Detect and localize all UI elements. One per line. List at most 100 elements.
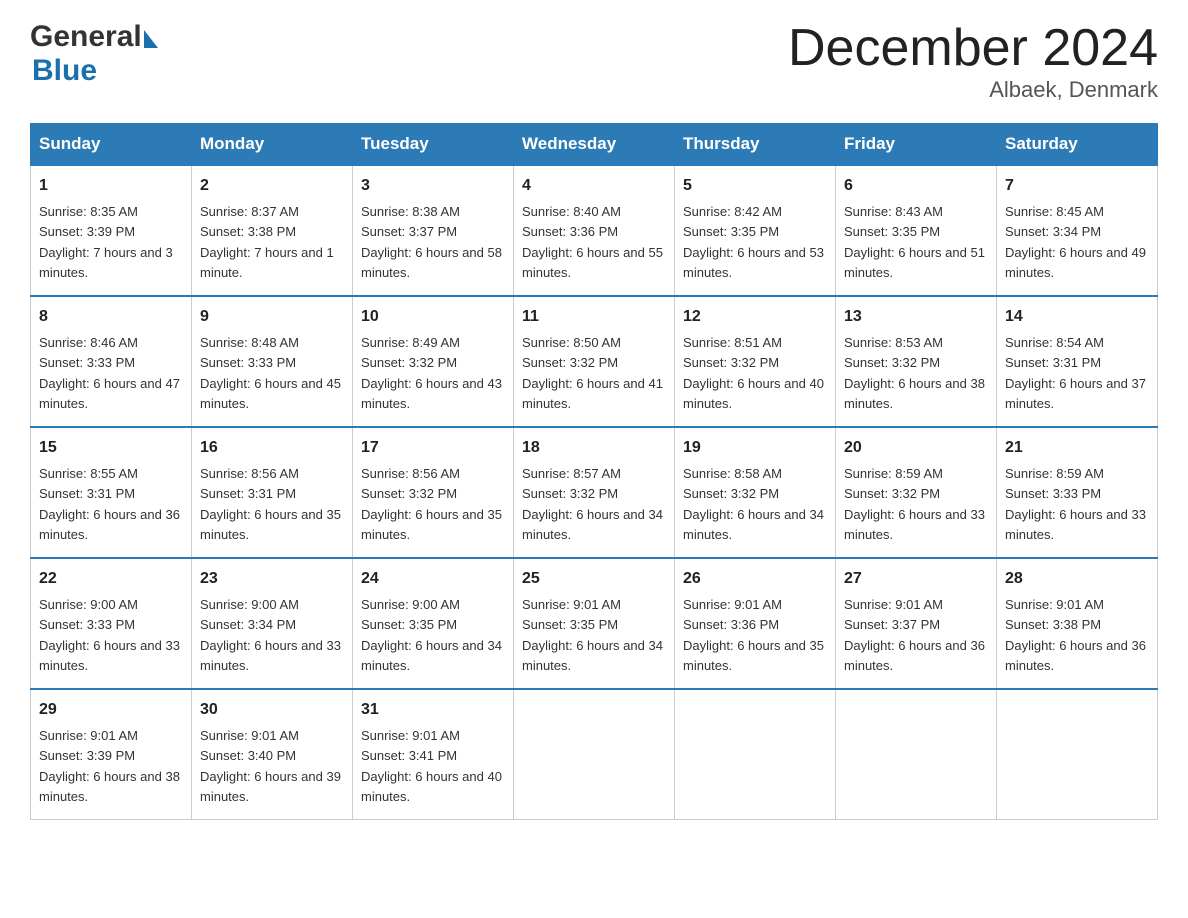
day-info: Sunrise: 8:56 AMSunset: 3:32 PMDaylight:… (361, 466, 502, 542)
calendar-cell: 29 Sunrise: 9:01 AMSunset: 3:39 PMDaylig… (31, 689, 192, 820)
page-title: December 2024 (788, 20, 1158, 77)
day-number: 27 (844, 567, 988, 591)
col-thursday: Thursday (675, 124, 836, 166)
day-number: 13 (844, 305, 988, 329)
day-number: 28 (1005, 567, 1149, 591)
day-number: 19 (683, 436, 827, 460)
day-number: 31 (361, 698, 505, 722)
calendar-cell: 30 Sunrise: 9:01 AMSunset: 3:40 PMDaylig… (192, 689, 353, 820)
calendar-cell: 11 Sunrise: 8:50 AMSunset: 3:32 PMDaylig… (514, 296, 675, 427)
day-info: Sunrise: 9:00 AMSunset: 3:34 PMDaylight:… (200, 597, 341, 673)
day-info: Sunrise: 8:48 AMSunset: 3:33 PMDaylight:… (200, 335, 341, 411)
day-number: 25 (522, 567, 666, 591)
calendar-cell: 19 Sunrise: 8:58 AMSunset: 3:32 PMDaylig… (675, 427, 836, 558)
calendar-cell (514, 689, 675, 820)
calendar-cell: 13 Sunrise: 8:53 AMSunset: 3:32 PMDaylig… (836, 296, 997, 427)
calendar-cell: 9 Sunrise: 8:48 AMSunset: 3:33 PMDayligh… (192, 296, 353, 427)
day-info: Sunrise: 8:59 AMSunset: 3:33 PMDaylight:… (1005, 466, 1146, 542)
day-info: Sunrise: 8:50 AMSunset: 3:32 PMDaylight:… (522, 335, 663, 411)
day-number: 20 (844, 436, 988, 460)
calendar-cell: 2 Sunrise: 8:37 AMSunset: 3:38 PMDayligh… (192, 165, 353, 296)
day-info: Sunrise: 9:01 AMSunset: 3:39 PMDaylight:… (39, 728, 180, 804)
day-info: Sunrise: 8:51 AMSunset: 3:32 PMDaylight:… (683, 335, 824, 411)
day-info: Sunrise: 8:46 AMSunset: 3:33 PMDaylight:… (39, 335, 180, 411)
page-header: General Blue December 2024 Albaek, Denma… (30, 20, 1158, 103)
col-monday: Monday (192, 124, 353, 166)
calendar-cell: 27 Sunrise: 9:01 AMSunset: 3:37 PMDaylig… (836, 558, 997, 689)
day-number: 29 (39, 698, 183, 722)
day-number: 30 (200, 698, 344, 722)
calendar-cell: 10 Sunrise: 8:49 AMSunset: 3:32 PMDaylig… (353, 296, 514, 427)
day-info: Sunrise: 9:00 AMSunset: 3:33 PMDaylight:… (39, 597, 180, 673)
logo-blue-text: Blue (32, 54, 97, 87)
calendar-cell: 20 Sunrise: 8:59 AMSunset: 3:32 PMDaylig… (836, 427, 997, 558)
day-number: 17 (361, 436, 505, 460)
day-info: Sunrise: 9:01 AMSunset: 3:40 PMDaylight:… (200, 728, 341, 804)
day-number: 4 (522, 174, 666, 198)
calendar-cell: 31 Sunrise: 9:01 AMSunset: 3:41 PMDaylig… (353, 689, 514, 820)
day-info: Sunrise: 8:42 AMSunset: 3:35 PMDaylight:… (683, 204, 824, 280)
logo-general-text: General (30, 20, 142, 54)
calendar-table: Sunday Monday Tuesday Wednesday Thursday… (30, 123, 1158, 820)
calendar-cell: 26 Sunrise: 9:01 AMSunset: 3:36 PMDaylig… (675, 558, 836, 689)
day-number: 3 (361, 174, 505, 198)
header-row: Sunday Monday Tuesday Wednesday Thursday… (31, 124, 1158, 166)
day-info: Sunrise: 8:38 AMSunset: 3:37 PMDaylight:… (361, 204, 502, 280)
calendar-cell: 7 Sunrise: 8:45 AMSunset: 3:34 PMDayligh… (997, 165, 1158, 296)
calendar-cell: 25 Sunrise: 9:01 AMSunset: 3:35 PMDaylig… (514, 558, 675, 689)
calendar-cell: 28 Sunrise: 9:01 AMSunset: 3:38 PMDaylig… (997, 558, 1158, 689)
day-info: Sunrise: 8:57 AMSunset: 3:32 PMDaylight:… (522, 466, 663, 542)
calendar-week-row: 15 Sunrise: 8:55 AMSunset: 3:31 PMDaylig… (31, 427, 1158, 558)
day-info: Sunrise: 8:43 AMSunset: 3:35 PMDaylight:… (844, 204, 985, 280)
page-subtitle: Albaek, Denmark (788, 77, 1158, 103)
day-number: 2 (200, 174, 344, 198)
col-friday: Friday (836, 124, 997, 166)
calendar-cell: 3 Sunrise: 8:38 AMSunset: 3:37 PMDayligh… (353, 165, 514, 296)
calendar-cell: 4 Sunrise: 8:40 AMSunset: 3:36 PMDayligh… (514, 165, 675, 296)
calendar-cell: 22 Sunrise: 9:00 AMSunset: 3:33 PMDaylig… (31, 558, 192, 689)
day-number: 26 (683, 567, 827, 591)
day-number: 14 (1005, 305, 1149, 329)
day-number: 7 (1005, 174, 1149, 198)
calendar-week-row: 8 Sunrise: 8:46 AMSunset: 3:33 PMDayligh… (31, 296, 1158, 427)
day-info: Sunrise: 8:54 AMSunset: 3:31 PMDaylight:… (1005, 335, 1146, 411)
day-info: Sunrise: 9:00 AMSunset: 3:35 PMDaylight:… (361, 597, 502, 673)
calendar-cell: 6 Sunrise: 8:43 AMSunset: 3:35 PMDayligh… (836, 165, 997, 296)
calendar-cell: 16 Sunrise: 8:56 AMSunset: 3:31 PMDaylig… (192, 427, 353, 558)
calendar-week-row: 1 Sunrise: 8:35 AMSunset: 3:39 PMDayligh… (31, 165, 1158, 296)
title-block: December 2024 Albaek, Denmark (788, 20, 1158, 103)
day-number: 24 (361, 567, 505, 591)
day-number: 12 (683, 305, 827, 329)
logo: General Blue (30, 20, 158, 88)
calendar-week-row: 29 Sunrise: 9:01 AMSunset: 3:39 PMDaylig… (31, 689, 1158, 820)
calendar-cell: 1 Sunrise: 8:35 AMSunset: 3:39 PMDayligh… (31, 165, 192, 296)
calendar-cell: 17 Sunrise: 8:56 AMSunset: 3:32 PMDaylig… (353, 427, 514, 558)
calendar-cell: 23 Sunrise: 9:00 AMSunset: 3:34 PMDaylig… (192, 558, 353, 689)
day-number: 22 (39, 567, 183, 591)
calendar-week-row: 22 Sunrise: 9:00 AMSunset: 3:33 PMDaylig… (31, 558, 1158, 689)
day-number: 18 (522, 436, 666, 460)
day-info: Sunrise: 8:56 AMSunset: 3:31 PMDaylight:… (200, 466, 341, 542)
day-number: 6 (844, 174, 988, 198)
day-info: Sunrise: 8:59 AMSunset: 3:32 PMDaylight:… (844, 466, 985, 542)
day-number: 11 (522, 305, 666, 329)
col-tuesday: Tuesday (353, 124, 514, 166)
calendar-cell: 21 Sunrise: 8:59 AMSunset: 3:33 PMDaylig… (997, 427, 1158, 558)
calendar-cell (675, 689, 836, 820)
day-info: Sunrise: 9:01 AMSunset: 3:35 PMDaylight:… (522, 597, 663, 673)
logo-arrow-icon (144, 30, 158, 48)
day-info: Sunrise: 9:01 AMSunset: 3:38 PMDaylight:… (1005, 597, 1146, 673)
day-number: 9 (200, 305, 344, 329)
day-info: Sunrise: 8:53 AMSunset: 3:32 PMDaylight:… (844, 335, 985, 411)
day-number: 1 (39, 174, 183, 198)
day-info: Sunrise: 9:01 AMSunset: 3:41 PMDaylight:… (361, 728, 502, 804)
calendar-cell: 5 Sunrise: 8:42 AMSunset: 3:35 PMDayligh… (675, 165, 836, 296)
day-info: Sunrise: 9:01 AMSunset: 3:37 PMDaylight:… (844, 597, 985, 673)
col-saturday: Saturday (997, 124, 1158, 166)
calendar-cell (997, 689, 1158, 820)
day-info: Sunrise: 8:45 AMSunset: 3:34 PMDaylight:… (1005, 204, 1146, 280)
calendar-cell: 18 Sunrise: 8:57 AMSunset: 3:32 PMDaylig… (514, 427, 675, 558)
day-info: Sunrise: 8:40 AMSunset: 3:36 PMDaylight:… (522, 204, 663, 280)
day-info: Sunrise: 8:37 AMSunset: 3:38 PMDaylight:… (200, 204, 334, 280)
day-number: 10 (361, 305, 505, 329)
